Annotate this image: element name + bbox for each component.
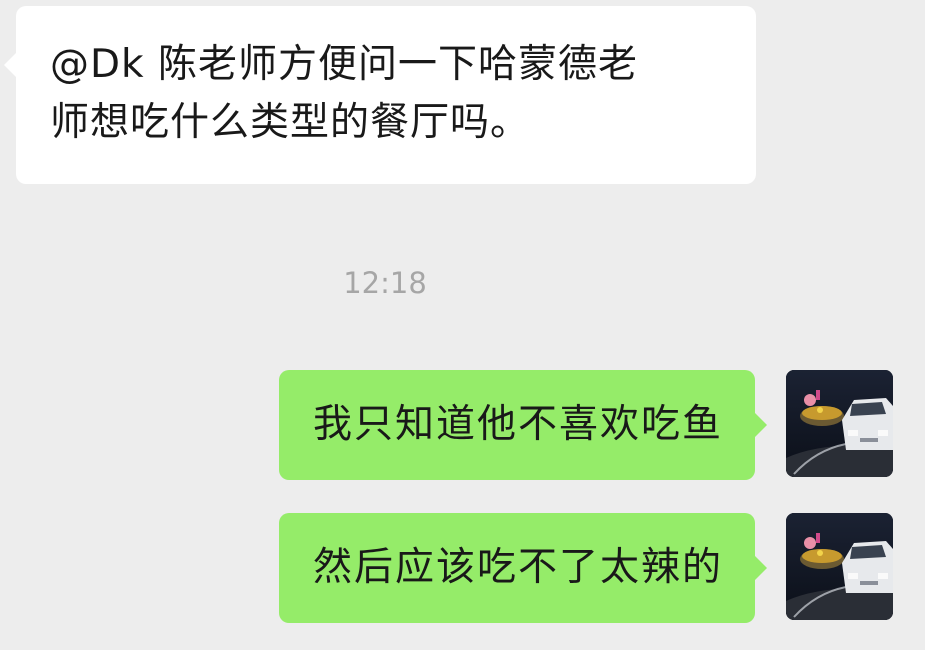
message-timestamp: 12:18 [343,266,427,300]
outgoing-message-bubble[interactable]: 然后应该吃不了太辣的 [278,513,768,623]
incoming-message-bubble[interactable]: @Dk 陈老师方便问一下哈蒙德老 师想吃什么类型的餐厅吗。 [4,6,756,184]
avatar-icon [786,513,893,620]
avatar[interactable] [786,370,893,477]
outgoing-message-bubble[interactable]: 我只知道他不喜欢吃鱼 [278,370,768,480]
avatar[interactable] [786,513,893,620]
outgoing-message-text: 我只知道他不喜欢吃鱼 [312,402,723,447]
outgoing-message-text: 然后应该吃不了太辣的 [312,545,723,590]
avatar-icon [786,370,893,477]
incoming-message-line-2: 师想吃什么类型的餐厅吗。 [50,100,531,145]
incoming-message-line-1: @Dk 陈老师方便问一下哈蒙德老 [50,42,639,87]
